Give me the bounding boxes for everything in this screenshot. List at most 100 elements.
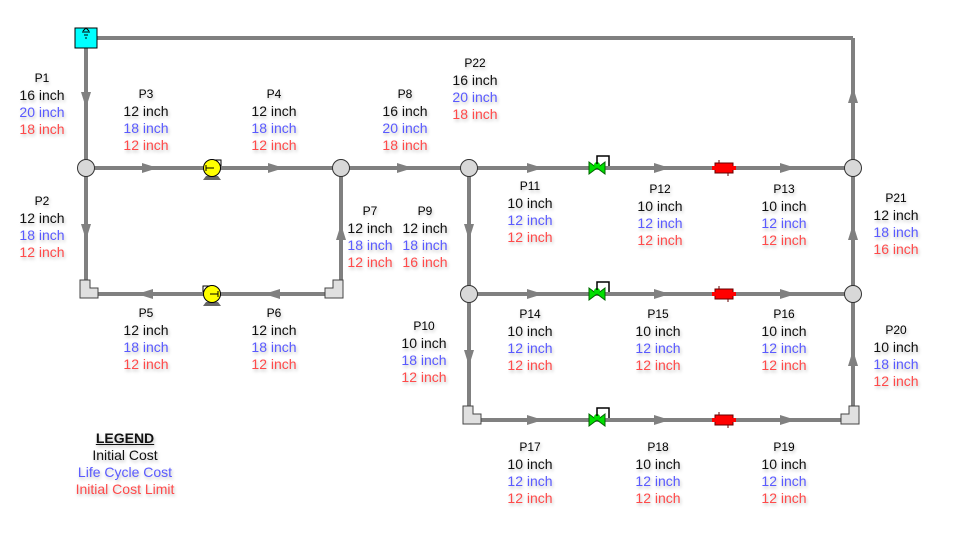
junction[interactable] — [460, 285, 478, 303]
pipe-label-p9: P9 12 inch 18 inch 16 inch — [402, 203, 447, 271]
heat-exchanger[interactable] — [712, 286, 736, 302]
flow-arrow-icon — [848, 224, 858, 240]
pipe-name: P21 — [885, 191, 907, 205]
initial-cost-limit-size: 12 inch — [251, 356, 297, 372]
initial-cost-limit-size: 12 inch — [123, 356, 169, 372]
initial-cost-size: 12 inch — [19, 210, 65, 226]
hx-ends — [712, 166, 736, 170]
flow-arrow-icon — [268, 163, 284, 173]
initial-cost-size: 10 inch — [873, 339, 919, 355]
pipe-name: P16 — [773, 307, 795, 321]
initial-cost-size: 10 inch — [761, 198, 807, 214]
initial-cost-limit-size: 12 inch — [251, 137, 297, 153]
pipe-name: P12 — [649, 182, 671, 196]
life-cycle-cost-size: 18 inch — [123, 120, 169, 136]
pipe-name: P19 — [773, 440, 795, 454]
bend-shape[interactable] — [462, 405, 482, 425]
initial-cost-limit-size: 18 inch — [452, 106, 498, 122]
pipe-name: P14 — [519, 307, 541, 321]
pipe-bend[interactable] — [79, 279, 99, 299]
junction[interactable] — [460, 159, 478, 177]
initial-cost-size: 10 inch — [761, 456, 807, 472]
pipe-label-p6: P6 12 inch 18 inch 12 inch — [251, 305, 296, 373]
bend-shape[interactable] — [324, 279, 344, 299]
life-cycle-cost-size: 18 inch — [123, 339, 169, 355]
pipe-name: P3 — [138, 87, 154, 101]
initial-cost-limit-size: 12 inch — [507, 490, 553, 506]
initial-cost-size: 16 inch — [382, 103, 428, 119]
pipe-label-p19: P19 10 inch 12 inch 12 inch — [761, 439, 806, 507]
initial-cost-size: 16 inch — [19, 87, 65, 103]
pipe-label-p20: P20 10 inch 18 inch 12 inch — [873, 322, 918, 390]
bend-shape[interactable] — [840, 405, 860, 425]
initial-cost-limit-size: 18 inch — [382, 137, 428, 153]
pipe-bend[interactable] — [462, 405, 482, 425]
initial-cost-size: 16 inch — [452, 72, 498, 88]
flow-arrow-icon — [654, 163, 670, 173]
pipe-label-p12: P12 10 inch 12 inch 12 inch — [637, 181, 682, 249]
life-cycle-cost-size: 18 inch — [251, 339, 297, 355]
pipe-label-p2: P2 12 inch 18 inch 12 inch — [19, 193, 64, 261]
control-valve[interactable] — [588, 407, 610, 427]
pipe-bend[interactable] — [324, 279, 344, 299]
control-valve[interactable] — [588, 155, 610, 175]
pipe-label-p22: P22 16 inch 20 inch 18 inch — [452, 55, 497, 123]
pipe-name: P6 — [266, 306, 282, 320]
control-valve[interactable] — [588, 281, 610, 301]
initial-cost-limit-size: 12 inch — [507, 357, 553, 373]
initial-cost-size: 10 inch — [637, 198, 683, 214]
pipe-name: P5 — [138, 306, 154, 320]
pipe-name: P18 — [647, 440, 669, 454]
junction[interactable] — [332, 159, 350, 177]
heat-exchanger[interactable] — [712, 160, 736, 176]
initial-cost-limit-size: 12 inch — [761, 357, 807, 373]
pipe-name: P11 — [519, 179, 541, 193]
life-cycle-cost-size: 12 inch — [637, 215, 683, 231]
pipe-label-p7: P7 12 inch 18 inch 12 inch — [347, 203, 392, 271]
pipe-label-p14: P14 10 inch 12 inch 12 inch — [507, 306, 552, 374]
initial-cost-limit-size: 12 inch — [507, 229, 553, 245]
pipe-name: P1 — [34, 71, 50, 85]
bend-shape[interactable] — [79, 279, 99, 299]
pump[interactable] — [203, 159, 222, 181]
life-cycle-cost-size: 12 inch — [507, 473, 553, 489]
junction[interactable] — [844, 159, 862, 177]
life-cycle-cost-size: 18 inch — [347, 237, 393, 253]
initial-cost-limit-size: 16 inch — [873, 241, 919, 257]
life-cycle-cost-size: 12 inch — [507, 340, 553, 356]
pipe-label-p17: P17 10 inch 12 inch 12 inch — [507, 439, 552, 507]
pipe-name: P17 — [519, 440, 541, 454]
pipe-name: P7 — [362, 204, 378, 218]
pipe-label-p15: P15 10 inch 12 inch 12 inch — [635, 306, 680, 374]
life-cycle-cost-size: 12 inch — [635, 340, 681, 356]
initial-cost-size: 10 inch — [635, 456, 681, 472]
flow-arrow-icon — [780, 289, 796, 299]
flow-arrow-icon — [264, 289, 280, 299]
initial-cost-limit-size: 12 inch — [761, 232, 807, 248]
initial-cost-size: 10 inch — [761, 323, 807, 339]
life-cycle-cost-size: 18 inch — [402, 237, 448, 253]
pump[interactable] — [202, 285, 221, 307]
initial-cost-limit-size: 12 inch — [635, 490, 681, 506]
life-cycle-cost-size: 12 inch — [761, 340, 807, 356]
pipe-label-p3: P3 12 inch 18 inch 12 inch — [123, 86, 168, 154]
pipe-name: P22 — [464, 56, 486, 70]
pipe-label-p13: P13 10 inch 12 inch 12 inch — [761, 181, 806, 249]
junction[interactable] — [77, 159, 95, 177]
initial-cost-limit-size: 18 inch — [19, 121, 65, 137]
pipe-label-p11: P11 10 inch 12 inch 12 inch — [507, 178, 552, 246]
pipe-label-p1: P1 16 inch 20 inch 18 inch — [19, 70, 64, 138]
heat-exchanger[interactable] — [712, 412, 736, 428]
junction[interactable] — [844, 285, 862, 303]
pipe-name: P4 — [266, 87, 282, 101]
pipe-name: P9 — [417, 204, 433, 218]
initial-cost-limit-size: 12 inch — [19, 244, 65, 260]
initial-cost-limit-size: 12 inch — [401, 369, 447, 385]
legend-life-cycle-cost: Life Cycle Cost — [77, 464, 173, 480]
flow-arrow-icon — [464, 350, 474, 366]
pipe-label-p18: P18 10 inch 12 inch 12 inch — [635, 439, 680, 507]
flow-arrow-icon — [848, 350, 858, 366]
pipe-bend[interactable] — [840, 405, 860, 425]
pipe-name: P13 — [773, 182, 795, 196]
initial-cost-limit-size: 12 inch — [637, 232, 683, 248]
